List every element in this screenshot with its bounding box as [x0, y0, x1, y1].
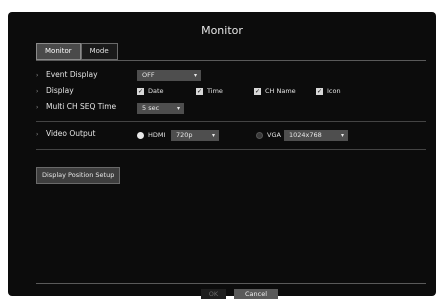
multi-ch-seq-time-label: Multi CH SEQ Time: [46, 102, 117, 111]
event-display-value: OFF: [142, 71, 155, 79]
event-display-row: › Event Display OFF ▾: [36, 70, 426, 82]
chevron-right-icon: ›: [36, 72, 39, 79]
vga-resolution-dropdown[interactable]: 1024x768 ▾: [284, 130, 348, 141]
monitor-dialog: Monitor Monitor Mode › Event Display OFF…: [8, 12, 436, 299]
radio-unselected-icon: [256, 131, 263, 139]
chevron-down-icon: ▾: [176, 105, 180, 112]
video-output-label: Video Output: [46, 129, 96, 138]
tab-monitor[interactable]: Monitor: [36, 43, 81, 60]
hdmi-radio[interactable]: HDMI: [137, 131, 165, 139]
display-label: Display: [46, 86, 74, 95]
vga-label: VGA: [267, 131, 281, 139]
chevron-down-icon: ▾: [193, 72, 197, 79]
chevron-right-icon: ›: [36, 104, 39, 111]
tab-bar: Monitor Mode: [36, 43, 118, 60]
display-ch-name-checkbox[interactable]: ✓ CH Name: [254, 87, 296, 95]
tab-mode[interactable]: Mode: [80, 43, 118, 60]
checkbox-label: CH Name: [265, 87, 296, 95]
check-icon: ✓: [137, 87, 144, 95]
display-date-checkbox[interactable]: ✓ Date: [137, 87, 164, 95]
vga-radio[interactable]: VGA: [256, 131, 281, 139]
dialog-title: Monitor: [201, 24, 243, 37]
chevron-down-icon: ▾: [340, 132, 344, 139]
hdmi-resolution-dropdown[interactable]: 720p ▾: [171, 130, 219, 141]
display-position-setup-button[interactable]: Display Position Setup: [36, 167, 121, 184]
display-time-checkbox[interactable]: ✓ Time: [196, 87, 223, 95]
display-icon-checkbox[interactable]: ✓ Icon: [316, 87, 341, 95]
hdmi-label: HDMI: [148, 131, 166, 139]
chevron-right-icon: ›: [36, 88, 39, 95]
check-icon: ✓: [254, 87, 261, 95]
hdmi-resolution-value: 720p: [176, 131, 193, 139]
check-icon: ✓: [196, 87, 203, 95]
chevron-down-icon: ▾: [211, 132, 215, 139]
event-display-label: Event Display: [46, 70, 98, 79]
footer-divider: [36, 283, 426, 284]
multi-ch-seq-time-row: › Multi CH SEQ Time 5 sec ▾: [36, 102, 426, 114]
checkbox-label: Icon: [327, 87, 341, 95]
display-row: › Display ✓ Date ✓ Time ✓ CH Name ✓ Icon: [36, 86, 426, 98]
video-output-row: › Video Output HDMI 720p ▾ VGA 1024x768 …: [36, 129, 426, 141]
section-divider: [36, 121, 426, 122]
checkbox-label: Time: [207, 87, 223, 95]
multi-ch-seq-time-value: 5 sec: [142, 104, 160, 112]
tab-divider: [36, 60, 426, 61]
checkbox-label: Date: [148, 87, 164, 95]
section-divider: [36, 149, 426, 150]
radio-selected-icon: [137, 131, 144, 139]
vga-resolution-value: 1024x768: [289, 131, 322, 139]
chevron-right-icon: ›: [36, 131, 39, 138]
check-icon: ✓: [316, 87, 323, 95]
multi-ch-seq-time-dropdown[interactable]: 5 sec ▾: [137, 103, 184, 114]
event-display-dropdown[interactable]: OFF ▾: [137, 70, 201, 81]
